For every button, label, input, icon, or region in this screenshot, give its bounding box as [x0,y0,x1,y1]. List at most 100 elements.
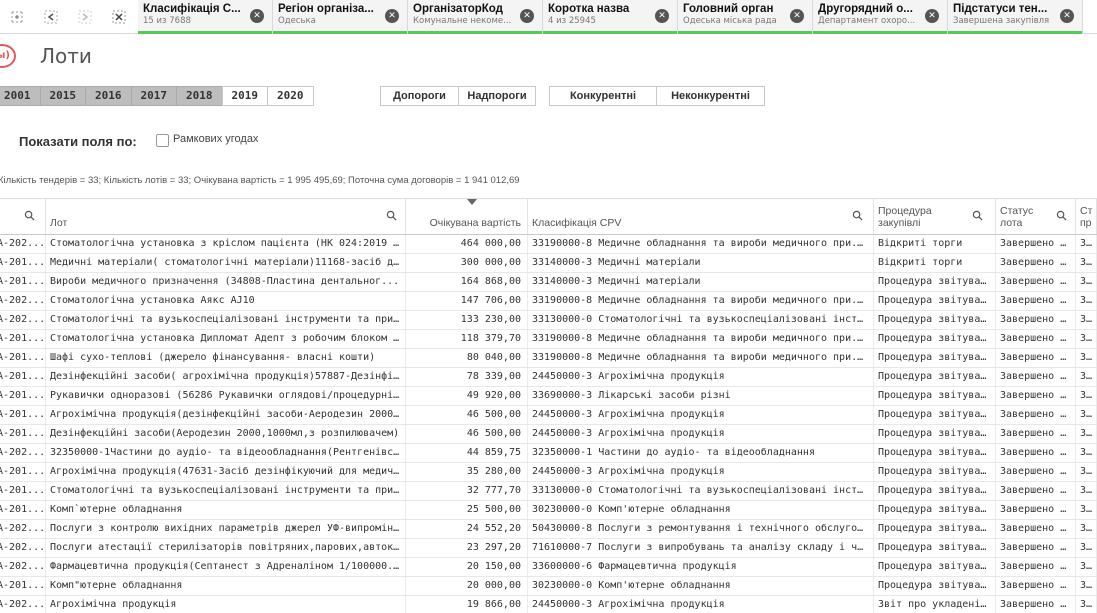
cell-lot[interactable]: Стоматологічна установка Дипломат Адепт … [46,330,406,348]
cell-cpv[interactable]: 30230000-0 Комп'ютерне обладнання [528,577,874,595]
cell-tender-id[interactable]: A-202... [0,539,46,557]
cell-tender-id[interactable]: A-202... [0,444,46,462]
table-row[interactable]: A-201... Стоматологічна установка Диплома… [0,330,1097,349]
non-competitive-button[interactable]: Неконкурентні [656,86,765,106]
selection-chip[interactable]: Головний орган Одеська міська рада ✕ [678,0,813,34]
cell-expected-value[interactable]: 147 706,00 [406,292,528,310]
cell-cpv[interactable]: 30230000-0 Комп'ютерне обладнання [528,501,874,519]
table-row[interactable]: A-202... Послуги з контролю вихідних пара… [0,520,1097,539]
cell-expected-value[interactable]: 46 500,00 [406,425,528,443]
search-icon[interactable] [1056,210,1067,221]
cell-expected-value[interactable]: 44 859,75 [406,444,528,462]
column-header-cpv[interactable]: Класифікація CPV [528,199,874,234]
table-row[interactable]: A-201... Дезінфекційні засоби(Аеродезин 2… [0,425,1097,444]
cell-procedure[interactable]: Процедура звітува... [874,539,996,557]
year-button-2016[interactable]: 2016 [85,86,132,106]
cell-lot-status[interactable]: Завершено ... [996,292,1076,310]
cell-lot-status[interactable]: Завершено ... [996,501,1076,519]
cell-lot[interactable]: Рукавички одноразові (56286 Рукавички ог… [46,387,406,405]
cell-expected-value[interactable]: 164 868,00 [406,273,528,291]
cell-procedure[interactable]: Процедура звітува... [874,501,996,519]
cell-extra[interactable]: За [1076,501,1097,519]
cell-lot[interactable]: Фармацевтична продукція(Септанест з Адре… [46,558,406,576]
column-header-procedure[interactable]: Процедура закупівлі [874,199,996,234]
cell-lot[interactable]: Комп"ютерне обладнання [46,577,406,595]
table-row[interactable]: A-201... Рукавички одноразові (56286 Рука… [0,387,1097,406]
cell-tender-id[interactable]: A-201... [0,368,46,386]
cell-lot-status[interactable]: Завершено ... [996,482,1076,500]
year-button-2020[interactable]: 2020 [267,86,314,106]
cell-extra[interactable]: За [1076,596,1097,613]
cell-cpv[interactable]: 33190000-8 Медичне обладнання та вироби … [528,292,874,310]
cell-procedure[interactable]: Процедура звітува... [874,368,996,386]
table-row[interactable]: A-201... Комп`ютерне обладнання 25 500,00 3… [0,501,1097,520]
cell-cpv[interactable]: 33130000-0 Стоматологічні та вузькоспеці… [528,482,874,500]
cell-lot[interactable]: Послуги з контролю вихідних параметрів д… [46,520,406,538]
cell-lot-status[interactable]: Завершено ... [996,273,1076,291]
cell-cpv[interactable]: 33190000-8 Медичне обладнання та вироби … [528,349,874,367]
cell-tender-id[interactable]: A-201... [0,254,46,272]
cell-lot-status[interactable]: Завершено ... [996,349,1076,367]
cell-lot-status[interactable]: Завершено ... [996,539,1076,557]
cell-extra[interactable]: За [1076,444,1097,462]
selection-chip[interactable]: Класифікація С... 15 из 7688 ✕ [138,0,273,34]
cell-extra[interactable]: За [1076,425,1097,443]
below-threshold-button[interactable]: Допороги [380,86,459,106]
cell-lot-status[interactable]: Завершено ... [996,520,1076,538]
cell-lot[interactable]: Агрохімічна продукція [46,596,406,613]
year-button-2018[interactable]: 2018 [176,86,223,106]
table-row[interactable]: A-202... Агрохімічна продукція 19 866,00 24… [0,596,1097,613]
cell-tender-id[interactable]: A-202... [0,596,46,613]
table-row[interactable]: A-201... Шафі сухо-теплові (джерело фінан… [0,349,1097,368]
table-row[interactable]: A-202... Стоматологічні та вузькоспеціалі… [0,311,1097,330]
framework-agreements-label[interactable]: Рамкових угодах [173,133,258,145]
selection-chip[interactable]: Коротка назва 4 из 25945 ✕ [543,0,678,34]
cell-procedure[interactable]: Процедура звітува... [874,482,996,500]
cell-cpv[interactable]: 71610000-7 Послуги з випробувань та анал… [528,539,874,557]
close-icon[interactable]: ✕ [655,9,669,23]
cell-extra[interactable]: За [1076,273,1097,291]
table-row[interactable]: A-202... 32350000-1Частини до аудіо- та в… [0,444,1097,463]
cell-tender-id[interactable]: A-202... [0,292,46,310]
cell-lot-status[interactable]: Завершено ... [996,235,1076,253]
cell-lot[interactable]: 32350000-1Частини до аудіо- та відеообла… [46,444,406,462]
cell-cpv[interactable]: 50430000-8 Послуги з ремонтування і техн… [528,520,874,538]
cell-lot[interactable]: Шафі сухо-теплові (джерело фінансування-… [46,349,406,367]
cell-expected-value[interactable]: 133 230,00 [406,311,528,329]
table-row[interactable]: A-201... Дезінфекційні засоби( агрохімічн… [0,368,1097,387]
cell-procedure[interactable]: Відкриті торги [874,235,996,253]
year-button-2019[interactable]: 2019 [221,86,268,106]
cell-cpv[interactable]: 24450000-3 Агрохімічна продукція [528,596,874,613]
close-icon[interactable]: ✕ [1060,9,1074,23]
cell-procedure[interactable]: Процедура звітува... [874,463,996,481]
cell-expected-value[interactable]: 46 500,00 [406,406,528,424]
cell-lot[interactable]: Комп`ютерне обладнання [46,501,406,519]
table-row[interactable]: A-201... Агрохімічна продукція(47631-Засі… [0,463,1097,482]
column-header-extra[interactable]: Ст пр [1076,199,1097,234]
cell-extra[interactable]: За [1076,292,1097,310]
cell-extra[interactable]: За [1076,349,1097,367]
framework-agreements-checkbox[interactable] [156,134,169,147]
cell-procedure[interactable]: Процедура звітува... [874,577,996,595]
cell-extra[interactable]: За [1076,311,1097,329]
cell-lot[interactable]: Стоматологічні та вузькоспеціалізовані і… [46,482,406,500]
cell-procedure[interactable]: Процедура звітува... [874,558,996,576]
cell-lot[interactable]: Агрохімічна продукція(дезінфекційні засо… [46,406,406,424]
cell-lot-status[interactable]: Завершено ... [996,425,1076,443]
cell-extra[interactable]: За [1076,558,1097,576]
cell-lot-status[interactable]: Завершено ... [996,558,1076,576]
cell-cpv[interactable]: 24450000-3 Агрохімічна продукція [528,406,874,424]
cell-extra[interactable]: За [1076,463,1097,481]
cell-lot[interactable]: Стоматологічна установка з кріслом паціє… [46,235,406,253]
close-icon[interactable]: ✕ [520,9,534,23]
step-back-icon[interactable] [40,6,62,28]
cell-cpv[interactable]: 32350000-1 Частини до аудіо- та відеообл… [528,444,874,462]
close-icon[interactable]: ✕ [250,9,264,23]
competitive-button[interactable]: Конкурентні [549,86,657,106]
cell-lot[interactable]: Медичні матеріали( стоматологічні матері… [46,254,406,272]
cell-expected-value[interactable]: 464 000,00 [406,235,528,253]
table-row[interactable]: A-201... Вироби медичного призначення (34… [0,273,1097,292]
cell-cpv[interactable]: 33190000-8 Медичне обладнання та вироби … [528,330,874,348]
table-row[interactable]: A-201... Медичні матеріали( стоматологічн… [0,254,1097,273]
cell-tender-id[interactable]: A-201... [0,463,46,481]
